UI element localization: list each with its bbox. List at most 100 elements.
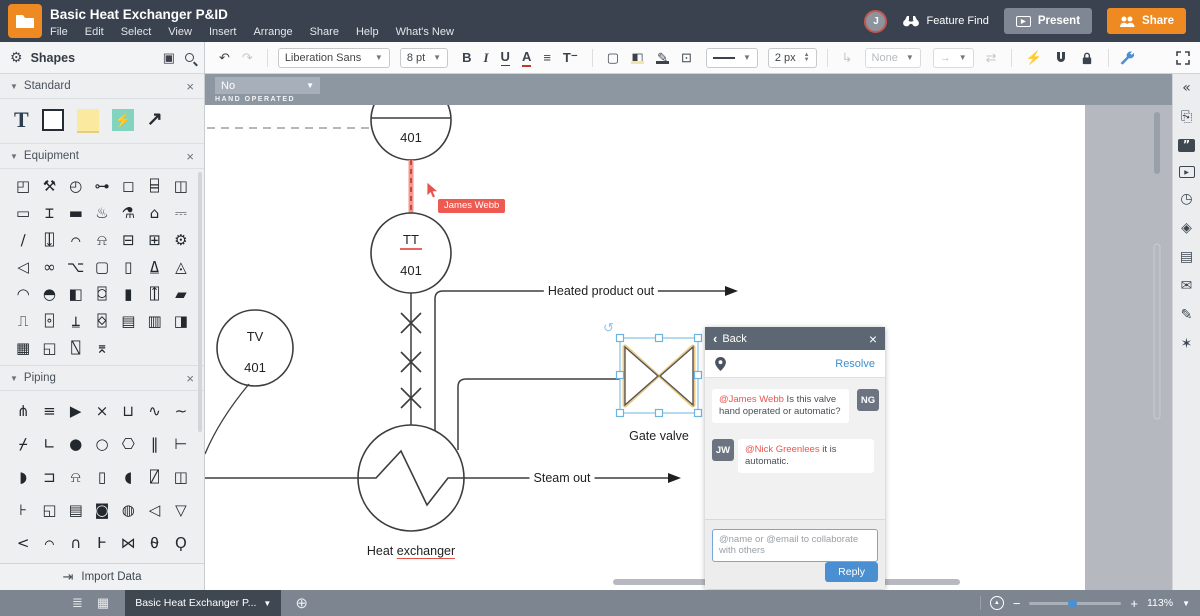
equipment-shape[interactable]: ▥ xyxy=(147,309,161,333)
piping-shape[interactable]: ◍ xyxy=(122,498,135,522)
equipment-shape[interactable]: ∞ xyxy=(43,255,56,279)
rotate-handle-icon[interactable]: ↺ xyxy=(603,320,614,336)
comment-bubble[interactable]: @Nick Greenlees it is automatic. xyxy=(738,439,874,473)
present-button[interactable]: ▶ Present xyxy=(1004,8,1092,34)
equipment-shape[interactable]: ⌶ xyxy=(45,201,54,225)
equipment-shape[interactable]: ∕ xyxy=(21,228,26,252)
equipment-shape[interactable]: ⍊ xyxy=(71,309,80,333)
menu-item[interactable]: Help xyxy=(356,26,379,38)
menu-item[interactable]: Edit xyxy=(85,26,104,38)
piping-shape[interactable]: ◖ xyxy=(124,465,132,489)
piping-shape[interactable]: ◁ xyxy=(149,498,161,522)
import-data-button[interactable]: ⇥ Import Data xyxy=(0,563,204,590)
image-library-icon[interactable]: ▣ xyxy=(163,50,175,66)
piping-shape[interactable]: × xyxy=(96,399,109,423)
close-panel-button[interactable]: × xyxy=(869,331,877,347)
equipment-shape[interactable]: ⍾ xyxy=(97,228,107,252)
equipment-shape[interactable]: ⊶ xyxy=(94,174,109,198)
bold-button[interactable]: B xyxy=(462,50,471,66)
equipment-shape[interactable]: ⍗ xyxy=(45,228,54,252)
piping-shape[interactable]: ▽ xyxy=(175,498,187,522)
equipment-shape[interactable]: ⌻ xyxy=(45,309,54,333)
redo-button[interactable]: ↷ xyxy=(242,50,253,66)
reply-button[interactable]: Reply xyxy=(825,562,878,582)
quick-shape[interactable]: ⚡ xyxy=(112,109,134,131)
zoom-in-button[interactable]: + xyxy=(1130,596,1138,611)
close-icon[interactable]: × xyxy=(186,371,194,386)
back-button[interactable]: ‹ Back xyxy=(713,331,747,346)
piping-shape[interactable]: < xyxy=(17,531,30,555)
page-styles-icon[interactable]: ▤ xyxy=(1180,250,1193,265)
piping-shape[interactable]: ◫ xyxy=(174,465,188,489)
piping-shape[interactable]: ∼ xyxy=(175,399,188,423)
feature-find-button[interactable]: Feature Find xyxy=(902,15,988,28)
close-icon[interactable]: × xyxy=(186,79,194,94)
piping-shape[interactable]: ⊢ xyxy=(174,432,187,456)
piping-shape[interactable]: Ϙ xyxy=(175,531,187,555)
font-family-select[interactable]: Liberation Sans▼ xyxy=(278,48,390,68)
page-grid-icon[interactable]: ▦ xyxy=(97,595,109,611)
fullscreen-icon[interactable] xyxy=(1176,51,1190,65)
resolve-link[interactable]: Resolve xyxy=(835,358,875,370)
equipment-shape[interactable]: ▦ xyxy=(16,336,30,360)
equipment-shape[interactable]: ⌂ xyxy=(150,201,160,225)
piping-shape[interactable]: ▶ xyxy=(70,399,82,423)
document-properties-icon[interactable]: ⎘ xyxy=(1181,110,1192,125)
add-page-button[interactable]: ⊕ xyxy=(295,594,308,612)
equipment-shape[interactable]: ◬ xyxy=(175,255,187,279)
swap-endpoints-button[interactable]: ⇄ xyxy=(986,50,997,66)
menu-item[interactable]: Select xyxy=(121,26,152,38)
equipment-shape[interactable]: ⚙ xyxy=(174,228,187,252)
piping-shape[interactable]: ⌿ xyxy=(19,432,28,456)
equipment-shape[interactable]: ◰ xyxy=(16,174,30,198)
equipment-shape[interactable]: ◧ xyxy=(69,282,83,306)
equipment-shape[interactable]: ⊟ xyxy=(122,228,135,252)
fill-color-button[interactable]: ◧ xyxy=(631,52,644,64)
equipment-shape[interactable]: ⌼ xyxy=(97,282,106,306)
piping-shape[interactable]: ◙ xyxy=(95,498,110,522)
piping-shape[interactable]: ⋔ xyxy=(17,399,30,423)
piping-shape[interactable]: ◗ xyxy=(19,465,27,489)
piping-shape[interactable]: Ͱ xyxy=(97,531,107,555)
equipment-shape[interactable]: ◱ xyxy=(42,336,56,360)
notes-icon[interactable]: ✎ xyxy=(1181,308,1193,323)
chevron-down-icon[interactable]: ▼ xyxy=(1182,599,1190,608)
zoom-slider[interactable] xyxy=(1029,602,1121,605)
hotspot-button[interactable]: ⚡ xyxy=(1026,50,1042,66)
lucid-logo[interactable] xyxy=(8,4,42,38)
equipment-shape[interactable]: ⎍ xyxy=(18,309,29,333)
piping-shape[interactable]: ▤ xyxy=(69,498,83,522)
lock-icon[interactable] xyxy=(1080,51,1094,65)
pan-tool-icon[interactable]: ▲ xyxy=(990,596,1004,610)
comments-icon[interactable]: ✉ xyxy=(1181,279,1193,294)
canvas-vertical-scrollbar[interactable] xyxy=(1154,112,1160,174)
section-header-equipment[interactable]: ▼ Equipment × xyxy=(0,144,204,169)
piping-shape[interactable]: ∟ xyxy=(43,432,56,456)
zoom-slider-thumb[interactable] xyxy=(1068,599,1077,608)
equipment-shape[interactable]: ▯ xyxy=(124,255,132,279)
equipment-shape[interactable]: ◁ xyxy=(17,255,29,279)
equipment-shape[interactable]: ⎓ xyxy=(175,201,187,225)
line-color-button[interactable]: ✎ xyxy=(656,52,669,64)
piping-shape[interactable]: ⍁ xyxy=(150,465,159,489)
line-width-stepper[interactable]: 2 px ▲▼ xyxy=(768,48,817,68)
equipment-shape[interactable]: ◨ xyxy=(174,309,188,333)
frame-button[interactable]: ▢ xyxy=(607,50,619,66)
piping-shape[interactable]: ⌒ xyxy=(45,531,54,555)
zoom-out-button[interactable]: − xyxy=(1013,596,1021,611)
piping-shape[interactable]: ● xyxy=(69,432,82,456)
undo-button[interactable]: ↶ xyxy=(219,50,230,66)
equipment-shape[interactable]: ⌺ xyxy=(97,309,106,333)
equipment-shape[interactable]: ▢ xyxy=(95,255,109,279)
piping-shape[interactable]: ∿ xyxy=(148,399,161,423)
piping-shape[interactable]: ≡ xyxy=(43,399,56,423)
piping-shape[interactable]: ⊔ xyxy=(122,399,134,423)
drawing-canvas[interactable]: 401 TT 401 xyxy=(205,74,1172,590)
equipment-shape[interactable]: ♨ xyxy=(95,201,108,225)
equipment-shape[interactable]: ⚗ xyxy=(122,201,135,225)
connector-type-button[interactable]: ↳ xyxy=(842,50,853,66)
equipment-shape[interactable]: ⚒ xyxy=(43,174,56,198)
shape-data-button[interactable]: ⊡ xyxy=(681,50,692,66)
avatar[interactable]: J xyxy=(864,10,887,33)
text-color-button[interactable]: A xyxy=(522,49,531,67)
